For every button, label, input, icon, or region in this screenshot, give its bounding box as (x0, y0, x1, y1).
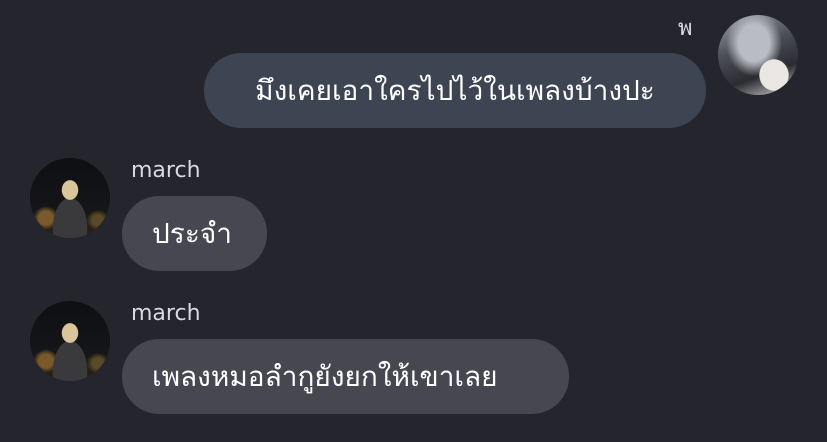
chat-window: พ มึงเคยเอาใครไปไว้ในเพลงบ้างปะ march ปร… (0, 0, 827, 442)
avatar-self[interactable] (718, 15, 798, 95)
message-bubble-incoming[interactable]: ประจำ (122, 196, 267, 271)
message-bubble-outgoing[interactable]: มึงเคยเอาใครไปไว้ในเพลงบ้างปะ (204, 53, 706, 128)
message-bubble-incoming[interactable]: เพลงหมอลำกูยังยกให้เขาเลย (122, 339, 569, 414)
sender-name-march: march (131, 301, 201, 326)
avatar-march[interactable] (30, 301, 110, 381)
sender-name-march: march (131, 158, 201, 183)
avatar-march[interactable] (30, 158, 110, 238)
sender-name-self: พ (678, 16, 693, 41)
